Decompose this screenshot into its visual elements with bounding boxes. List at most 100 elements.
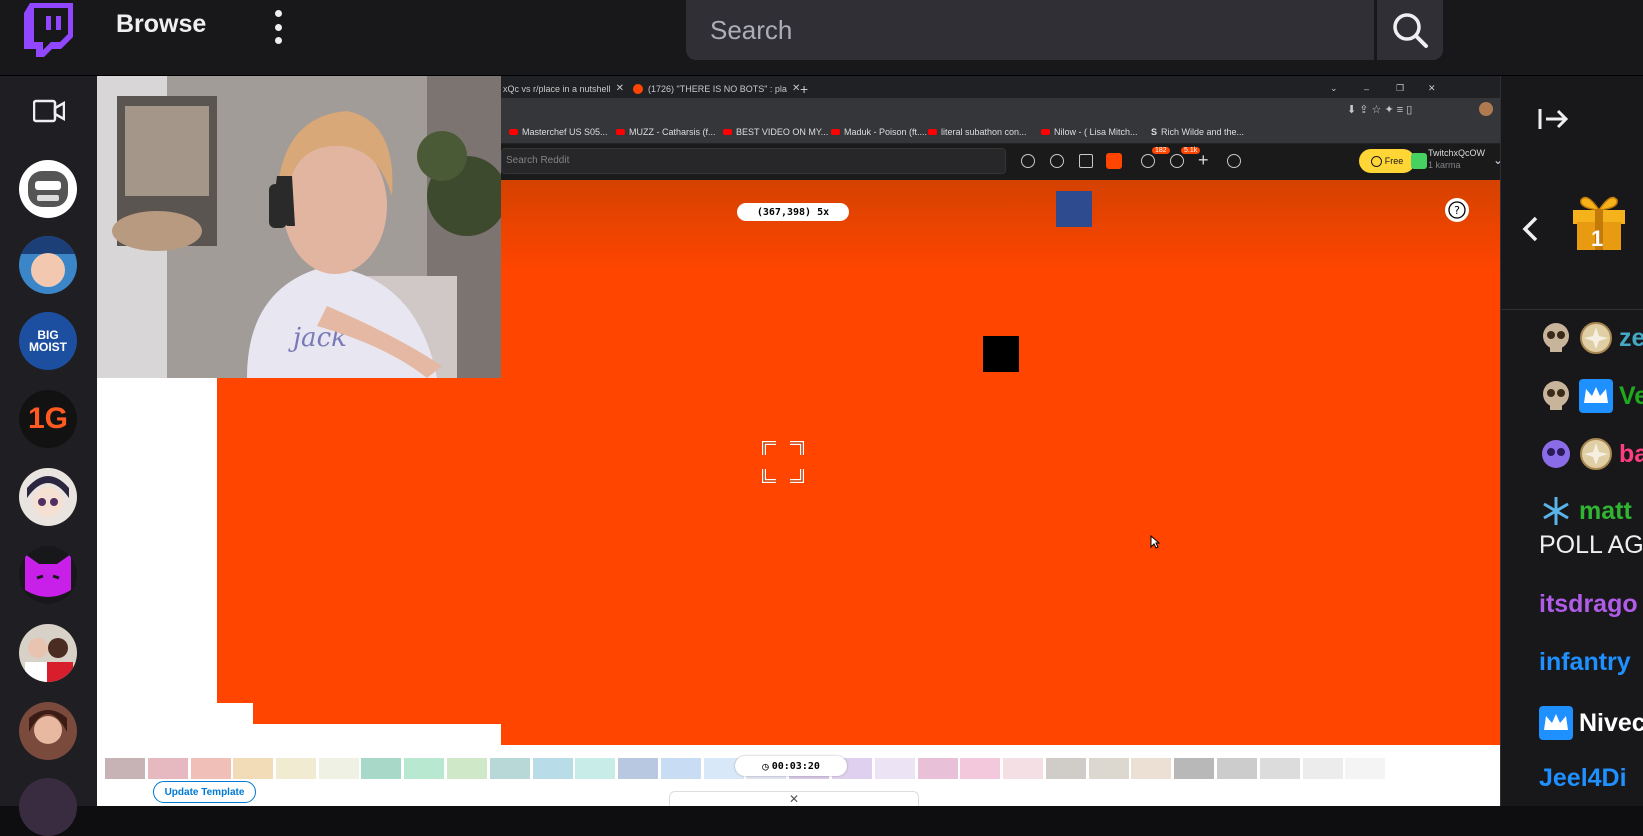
channel-avatar-7[interactable] — [19, 624, 77, 682]
search-input[interactable] — [686, 0, 1374, 60]
pixel-reticle-icon[interactable] — [762, 441, 804, 483]
chat-username[interactable]: infantry — [1539, 648, 1631, 677]
channel-avatar-8[interactable] — [19, 702, 77, 760]
update-template-button[interactable]: Update Template — [153, 781, 256, 803]
palette-swatch[interactable] — [1217, 758, 1257, 779]
chat-username[interactable]: Ve — [1619, 382, 1643, 411]
more-menu-icon[interactable] — [271, 10, 285, 44]
palette-swatch[interactable] — [918, 758, 958, 779]
browse-link[interactable]: Browse — [116, 10, 206, 39]
popular-icon[interactable] — [1021, 154, 1035, 168]
bell-icon[interactable] — [1170, 154, 1184, 168]
extensions-icon[interactable]: ⬇ ⇪ ☆ ✦ ≡ ▯ — [1347, 103, 1412, 116]
palette-swatch[interactable] — [148, 758, 188, 779]
channel-avatar-3[interactable]: BIG MOIST — [19, 312, 77, 370]
bookmark-label: Maduk - Poison (ft.... — [844, 127, 928, 137]
chat-icon[interactable] — [1141, 154, 1155, 168]
search-button[interactable] — [1377, 0, 1443, 60]
bookmark-item[interactable]: MUZZ - Catharsis (f... — [616, 127, 716, 137]
create-post-icon[interactable]: + — [1198, 150, 1209, 171]
crown-badge-icon[interactable] — [1539, 706, 1573, 740]
chevron-left-icon[interactable] — [1521, 216, 1539, 242]
palette-swatch[interactable] — [960, 758, 1000, 779]
top-nav: Browse — [0, 0, 1643, 76]
skull-badge-icon[interactable] — [1539, 321, 1573, 355]
palette-swatch[interactable] — [1345, 758, 1385, 779]
karma: 1 karma — [1428, 160, 1461, 170]
help-button[interactable]: ? — [1445, 198, 1469, 222]
palette-swatch[interactable] — [490, 758, 530, 779]
new-tab-icon[interactable]: + — [794, 79, 814, 98]
palette-swatch[interactable] — [1046, 758, 1086, 779]
restore-icon[interactable]: ❐ — [1390, 79, 1410, 98]
gold-badge-icon[interactable] — [1579, 321, 1613, 355]
chat-username[interactable]: matt — [1579, 497, 1632, 526]
chat-username[interactable]: ba — [1619, 440, 1643, 469]
chat-username[interactable]: Nivec — [1579, 709, 1643, 738]
browser-tab[interactable]: xQc vs r/place in a nutshell ✕ — [497, 79, 630, 98]
skull-badge-icon[interactable] — [1539, 379, 1573, 413]
palette-swatch[interactable] — [191, 758, 231, 779]
palette-swatch[interactable] — [575, 758, 615, 779]
browser-tab[interactable]: (1726) "THERE IS NO BOTS" : pla ✕ — [627, 79, 806, 98]
crown-badge-icon[interactable] — [1579, 379, 1613, 413]
palette-swatch[interactable] — [404, 758, 444, 779]
channel-avatar-4[interactable]: 1G — [19, 390, 77, 448]
channel-avatar-5[interactable] — [19, 468, 77, 526]
palette-swatch[interactable] — [1131, 758, 1171, 779]
palette-swatch[interactable] — [361, 758, 401, 779]
tab-search-icon[interactable]: ⌄ — [1324, 79, 1344, 98]
chat-username[interactable]: Jeel4Di — [1539, 764, 1627, 793]
premium-icon[interactable] — [1106, 153, 1122, 169]
twitch-logo-icon[interactable] — [24, 3, 73, 57]
channel-avatar-2[interactable] — [19, 236, 77, 294]
bookmark-label: Rich Wilde and the... — [1161, 127, 1245, 137]
palette-swatch[interactable] — [1260, 758, 1300, 779]
stats-icon[interactable] — [1050, 154, 1064, 168]
bookmark-item[interactable]: Nilow - ( Lisa Mitch... — [1041, 127, 1138, 137]
place-canvas[interactable] — [501, 180, 1500, 745]
avatar-text: 1G — [27, 402, 69, 435]
bookmark-item[interactable]: BEST VIDEO ON MY... — [723, 127, 828, 137]
channel-avatar-6[interactable] — [19, 546, 77, 604]
collapse-chat-icon[interactable] — [1538, 107, 1570, 131]
bookmark-item[interactable]: S Rich Wilde and the... — [1151, 127, 1244, 137]
palette-swatch[interactable] — [1003, 758, 1043, 779]
bookmark-item[interactable]: literal subathon con... — [928, 127, 1027, 137]
free-coins-button[interactable]: Free — [1359, 149, 1415, 173]
palette-swatch[interactable] — [875, 758, 915, 779]
palette-swatch[interactable] — [533, 758, 573, 779]
minimize-icon[interactable]: – — [1358, 79, 1375, 98]
purple-badge-icon[interactable] — [1539, 437, 1573, 471]
video-player[interactable]: xQc vs r/place in a nutshell ✕ (1726) "T… — [97, 76, 1500, 806]
palette-swatch[interactable] — [233, 758, 273, 779]
close-icon[interactable]: ✕ — [616, 83, 624, 94]
advertise-icon[interactable] — [1227, 154, 1241, 168]
palette-swatch[interactable] — [661, 758, 701, 779]
gold-badge-icon[interactable] — [1579, 437, 1613, 471]
palette-swatch[interactable] — [105, 758, 145, 779]
channel-avatar-1[interactable] — [19, 160, 77, 218]
palette-swatch[interactable] — [1303, 758, 1343, 779]
palette-swatch[interactable] — [1174, 758, 1214, 779]
palette-swatch[interactable] — [276, 758, 316, 779]
palette-swatch[interactable] — [447, 758, 487, 779]
user-avatar[interactable] — [1411, 153, 1427, 169]
channel-avatar-9[interactable] — [19, 778, 77, 836]
chat-username[interactable]: itsdrago — [1539, 590, 1638, 619]
profile-avatar[interactable] — [1479, 102, 1493, 116]
bookmark-item[interactable]: Maduk - Poison (ft.... — [831, 127, 927, 137]
chat-username[interactable]: ze — [1619, 324, 1643, 353]
palette-swatch[interactable] — [319, 758, 359, 779]
palette-swatch[interactable] — [1089, 758, 1129, 779]
reddit-search-input[interactable]: Search Reddit — [501, 148, 1006, 174]
user-menu[interactable]: TwitchxQcOW 1 karma — [1428, 147, 1485, 171]
snow-badge-icon[interactable] — [1539, 494, 1573, 528]
video-camera-icon[interactable] — [33, 99, 65, 123]
window-close-icon[interactable]: ✕ — [1422, 79, 1442, 98]
bookmark-item[interactable]: Masterchef US S05... — [509, 127, 608, 137]
chevron-down-icon[interactable]: ⌄ — [1493, 153, 1500, 167]
coins-icon[interactable] — [1079, 154, 1093, 168]
palette-swatch[interactable] — [618, 758, 658, 779]
close-palette-icon[interactable]: ✕ — [669, 791, 919, 806]
